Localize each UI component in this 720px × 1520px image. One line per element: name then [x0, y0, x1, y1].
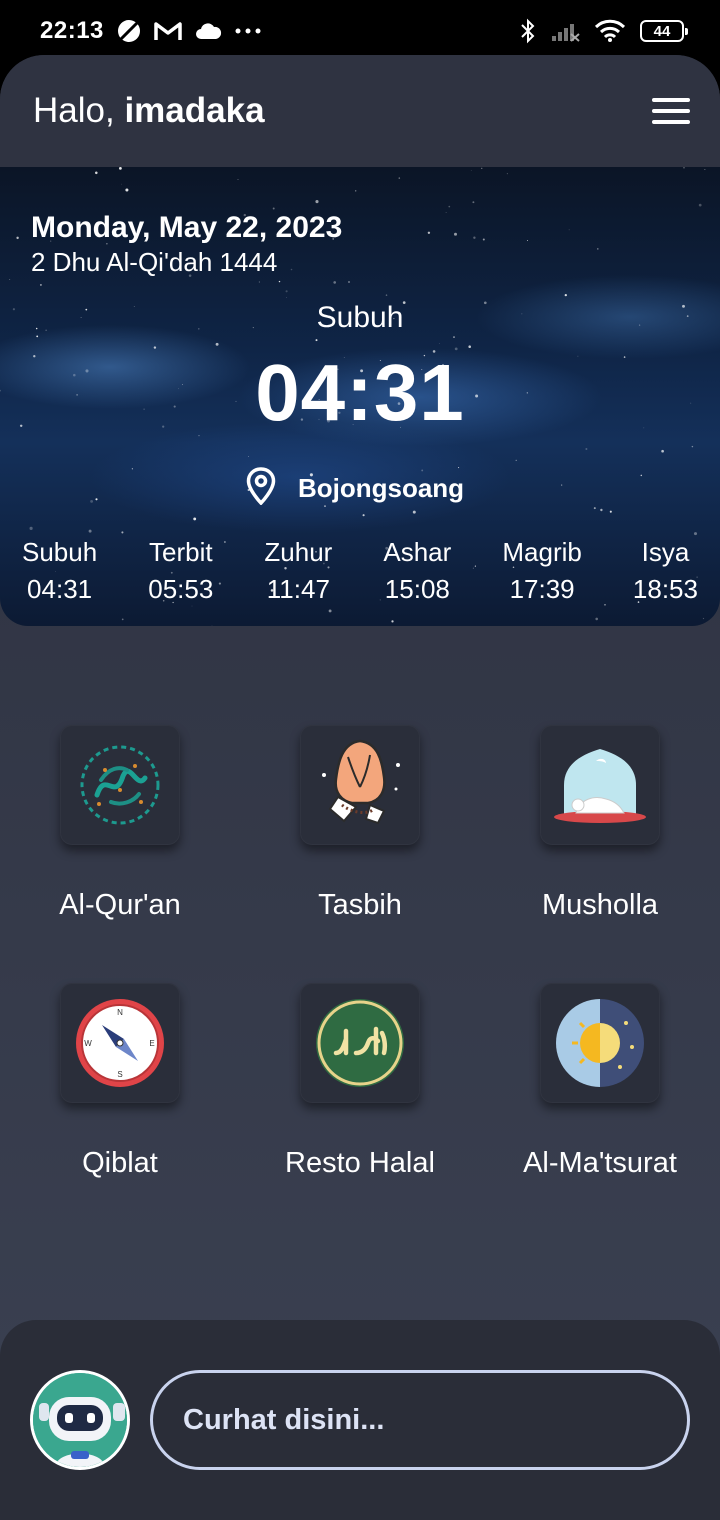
prayer-name: Isya [641, 537, 690, 567]
prayer-time: 11:47 [266, 574, 330, 604]
prayer-zuhur: Zuhur 11:47 [264, 537, 332, 605]
chat-input[interactable] [150, 1370, 690, 1470]
prayer-magrib: Magrib 17:39 [502, 537, 581, 605]
praying-hands-icon [322, 739, 400, 825]
prayer-ashar: Ashar 15:08 [383, 537, 451, 605]
menu-label-qiblat: Qiblat [82, 1147, 158, 1179]
gmail-icon [154, 20, 182, 42]
hijri-date: 2 Dhu Al-Qi'dah 1444 [31, 247, 278, 277]
prayer-name: Magrib [502, 537, 582, 567]
more-dots-icon [234, 27, 262, 35]
day-night-icon [556, 999, 644, 1087]
status-time: 22:13 [40, 17, 104, 44]
current-prayer-name: Subuh [316, 301, 404, 334]
bluetooth-icon [520, 18, 536, 44]
svg-text:N: N [117, 1008, 123, 1017]
location[interactable]: Bojongsoang [0, 467, 720, 510]
menu-tile-resto-halal[interactable] [300, 983, 420, 1103]
greeting-prefix: Halo, [33, 91, 115, 130]
signal-icon [550, 20, 580, 42]
hamburger-menu-icon[interactable] [652, 98, 690, 124]
menu-item-resto-halal[interactable]: Resto Halal [240, 983, 480, 1180]
prayer-times-row: Subuh 04:31 Terbit 05:53 Zuhur 11:47 Ash… [0, 537, 720, 605]
menu-tile-tasbih[interactable] [300, 725, 420, 845]
svg-text:S: S [117, 1070, 122, 1079]
menu-label-quran: Al-Qur'an [59, 889, 181, 921]
prayer-time: 05:53 [148, 574, 214, 604]
menu-tile-qiblat[interactable]: N S W E [60, 983, 180, 1103]
prayer-name: Zuhur [264, 537, 333, 567]
status-bar: 22:13 44 [0, 0, 720, 62]
svg-text:W: W [84, 1039, 92, 1048]
prayer-isya: Isya 18:53 [633, 537, 698, 605]
menu-label-tasbih: Tasbih [318, 889, 402, 921]
quran-calligraphy-icon [80, 745, 160, 825]
menu-item-al-matsurat[interactable]: Al-Ma'tsurat [480, 983, 720, 1180]
prayer-hero-card: Monday, May 22, 2023 2 Dhu Al-Qi'dah 144… [0, 167, 720, 626]
greeting: Halo, imadaka [33, 91, 265, 131]
prayer-time: 15:08 [384, 574, 450, 604]
menu-item-qiblat[interactable]: N S W E Qiblat [0, 983, 240, 1180]
prayer-name: Terbit [149, 537, 213, 567]
robot-avatar-icon[interactable] [30, 1370, 130, 1470]
prayer-name: Ashar [383, 537, 452, 567]
prayer-time: 17:39 [509, 574, 575, 604]
menu-label-al-matsurat: Al-Ma'tsurat [523, 1147, 677, 1179]
prayer-time: 04:31 [27, 574, 93, 604]
username: imadaka [124, 91, 265, 130]
menu-item-tasbih[interactable]: Tasbih [240, 725, 480, 922]
location-name: Bojongsoang [297, 473, 465, 503]
menu-label-resto-halal: Resto Halal [285, 1147, 435, 1179]
menu-label-musholla: Musholla [541, 889, 659, 921]
mosque-prayer-icon [554, 749, 646, 823]
status-bar-right: 44 [520, 18, 688, 44]
menu-item-musholla[interactable]: Musholla [480, 725, 720, 922]
location-pin-icon [246, 467, 276, 510]
wifi-icon [594, 19, 626, 43]
battery-level: 44 [653, 22, 671, 40]
prayer-subuh: Subuh 04:31 [22, 537, 97, 605]
no-disturb-icon [116, 18, 142, 44]
svg-text:E: E [149, 1039, 154, 1048]
app-screen: Halo, imadaka Monday, May 22, 2023 2 Dhu… [0, 55, 720, 1520]
compass-icon: N S W E [76, 999, 164, 1087]
prayer-terbit: Terbit 05:53 [148, 537, 213, 605]
chat-bar [0, 1320, 720, 1520]
prayer-time: 18:53 [632, 574, 698, 604]
status-bar-left: 22:13 [40, 17, 262, 45]
cloud-icon [194, 21, 222, 41]
gregorian-date: Monday, May 22, 2023 [31, 211, 343, 244]
halal-badge-icon [316, 999, 404, 1087]
prayer-name: Subuh [22, 537, 98, 567]
menu-tile-al-matsurat[interactable] [540, 983, 660, 1103]
battery-icon: 44 [640, 20, 688, 42]
menu-item-quran[interactable]: Al-Qur'an [0, 725, 240, 922]
app-header: Halo, imadaka [0, 55, 720, 167]
menu-tile-quran[interactable] [60, 725, 180, 845]
current-prayer-time: 04:31 [255, 348, 465, 437]
menu-tile-musholla[interactable] [540, 725, 660, 845]
